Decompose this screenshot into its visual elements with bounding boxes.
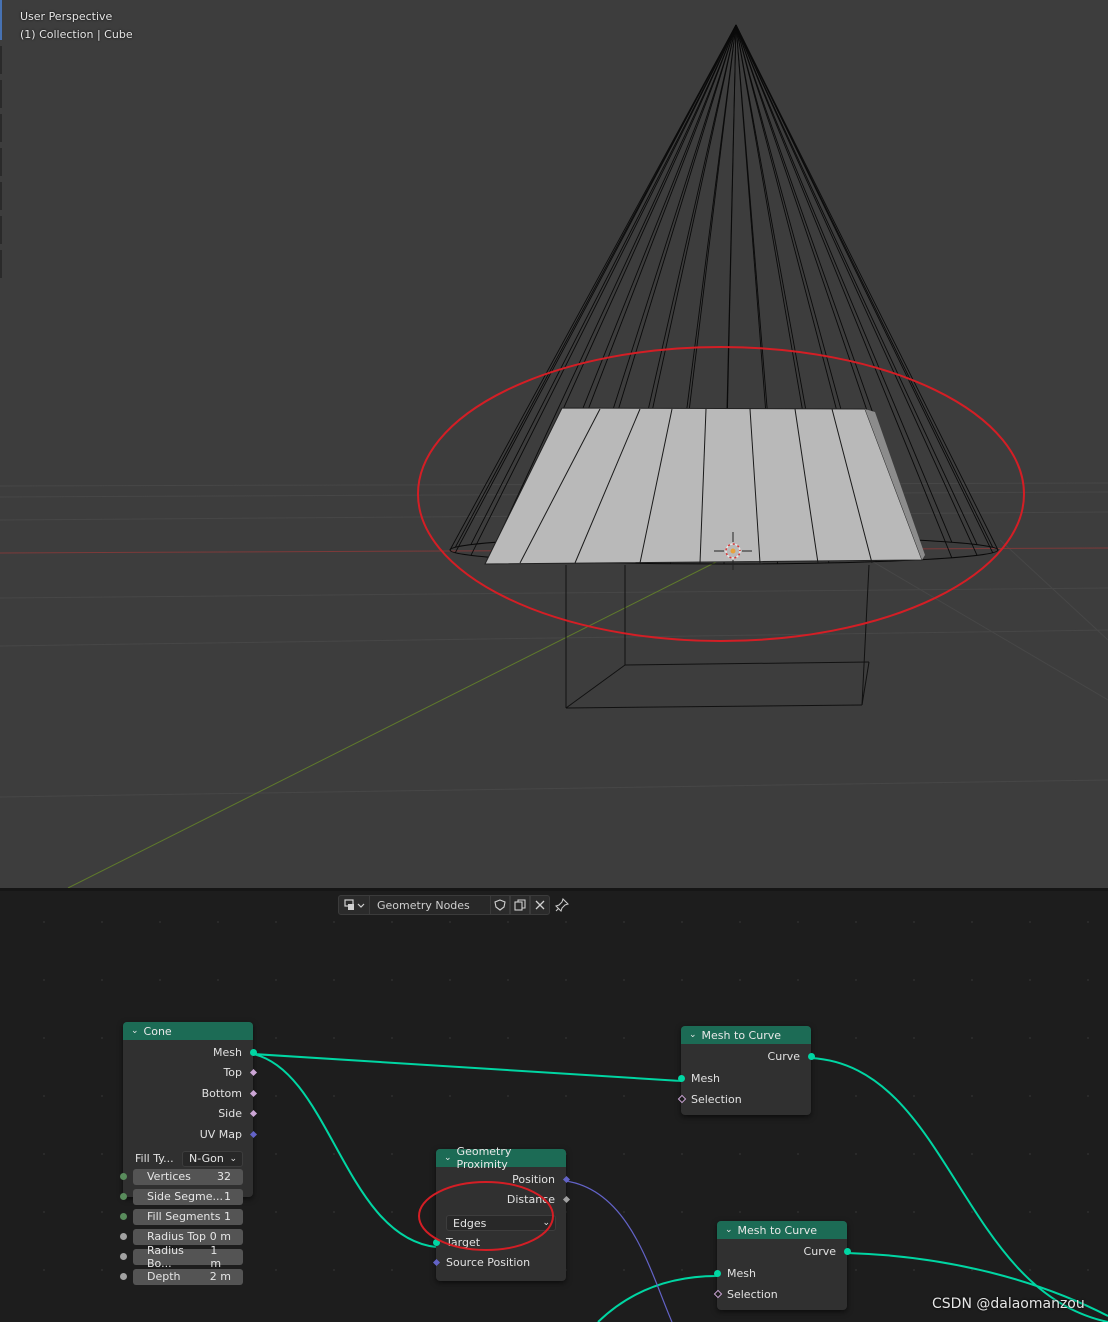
cone-output-uvmap: UV Map xyxy=(123,1124,257,1145)
chevron-down-icon[interactable]: ⌄ xyxy=(725,1225,733,1235)
cone-output-mesh: Mesh xyxy=(123,1042,257,1063)
integer-socket xyxy=(119,1173,127,1180)
collection-path: (1) Collection | Cube xyxy=(20,28,133,41)
node-editor-icon[interactable] xyxy=(338,895,370,915)
chevron-down-icon: ⌄ xyxy=(542,1218,550,1228)
mesh-to-curve-node-1[interactable]: ⌄ Mesh to Curve Curve Mesh Selection xyxy=(677,1026,815,1115)
geometry-socket[interactable] xyxy=(432,1239,440,1246)
mesh-to-curve-2-title: Mesh to Curve xyxy=(737,1223,817,1237)
cube-wireframe xyxy=(565,564,870,709)
geometry-socket[interactable] xyxy=(249,1048,257,1056)
link-mesh-to-target xyxy=(252,1053,437,1248)
field-depth[interactable]: Depth 2 m xyxy=(119,1268,243,1285)
field-radius-bottom[interactable]: Radius Bo... 1 m xyxy=(119,1244,243,1270)
geometry-proximity-node[interactable]: ⌄ Geometry Proximity Position Distance Ed… xyxy=(432,1145,570,1281)
link-position-out xyxy=(565,1180,673,1322)
node-editor-header: Geometry Nodes xyxy=(338,895,574,915)
proximity-output-position: Position xyxy=(436,1169,570,1190)
mesh-to-curve-2-header[interactable]: ⌄ Mesh to Curve xyxy=(717,1221,847,1239)
geometry-proximity-header[interactable]: ⌄ Geometry Proximity xyxy=(436,1145,566,1171)
float-socket xyxy=(119,1253,127,1260)
integer-socket xyxy=(119,1213,127,1220)
mesh-to-curve-1-input-selection: Selection xyxy=(677,1089,811,1110)
chevron-down-icon[interactable]: ⌄ xyxy=(444,1153,452,1163)
mesh-to-curve-2-input-mesh: Mesh xyxy=(713,1264,847,1285)
viewport-scene[interactable] xyxy=(0,0,1108,888)
cone-node[interactable]: ⌄ Cone Mesh Top Bottom Side UV Map Fill T… xyxy=(119,1022,257,1285)
proximity-output-distance: Distance xyxy=(436,1190,570,1211)
close-icon[interactable] xyxy=(530,895,550,915)
mesh-to-curve-1-header[interactable]: ⌄ Mesh to Curve xyxy=(681,1026,811,1044)
cone-output-top: Top xyxy=(123,1063,257,1084)
link-curve-out-1 xyxy=(810,1057,1108,1322)
node-editor[interactable]: Geometry Nodes ⌄ Cone Mesh Top Bottom Sid… xyxy=(0,891,1108,1322)
geometry-socket[interactable] xyxy=(807,1052,815,1060)
cone-output-side: Side xyxy=(123,1104,257,1125)
link-into-mesh-2 xyxy=(597,1275,718,1322)
field-side-segments[interactable]: Side Segme... 1 xyxy=(119,1188,243,1205)
chevron-down-icon: ⌄ xyxy=(229,1153,237,1164)
geometry-socket[interactable] xyxy=(677,1075,685,1083)
duplicate-icon[interactable] xyxy=(510,895,530,915)
field-fill-segments[interactable]: Fill Segments 1 xyxy=(119,1208,243,1225)
mesh-to-curve-1-output-curve: Curve xyxy=(681,1046,815,1067)
mesh-to-curve-node-2[interactable]: ⌄ Mesh to Curve Curve Mesh Selection xyxy=(713,1221,851,1310)
pin-icon[interactable] xyxy=(550,895,574,915)
cone-node-title: Cone xyxy=(143,1024,172,1038)
float-socket xyxy=(119,1273,127,1280)
fill-type-label: Fill Ty... xyxy=(135,1152,174,1165)
proximity-input-target: Target xyxy=(432,1233,566,1252)
y-axis-line xyxy=(67,552,735,888)
mesh-to-curve-2-input-selection: Selection xyxy=(713,1284,847,1305)
cone-output-bottom: Bottom xyxy=(123,1083,257,1104)
fill-type-row: Fill Ty... N-Gon ⌄ xyxy=(135,1150,243,1167)
mesh-to-curve-1-input-mesh: Mesh xyxy=(677,1069,811,1090)
link-mesh-to-curve xyxy=(252,1053,682,1082)
shield-icon[interactable] xyxy=(490,895,510,915)
watermark: CSDN @dalaomanzou xyxy=(932,1296,1085,1312)
proximity-mode-dropdown[interactable]: Edges ⌄ xyxy=(446,1215,556,1231)
mesh-to-curve-1-title: Mesh to Curve xyxy=(701,1028,781,1042)
proximity-input-source-position: Source Position xyxy=(432,1252,566,1273)
geometry-socket[interactable] xyxy=(843,1247,851,1255)
float-socket xyxy=(119,1233,127,1240)
toolbar-edge xyxy=(0,0,3,340)
cone-node-header[interactable]: ⌄ Cone xyxy=(123,1022,253,1040)
3d-viewport[interactable]: User Perspective (1) Collection | Cube xyxy=(0,0,1108,888)
geometry-socket[interactable] xyxy=(713,1270,721,1278)
field-vertices[interactable]: Vertices 32 xyxy=(119,1168,243,1185)
chevron-down-icon[interactable]: ⌄ xyxy=(689,1030,697,1040)
fill-type-dropdown[interactable]: N-Gon ⌄ xyxy=(182,1150,243,1167)
geometry-proximity-title: Geometry Proximity xyxy=(456,1145,512,1171)
node-tree-name[interactable]: Geometry Nodes xyxy=(370,895,490,915)
mesh-to-curve-2-output-curve: Curve xyxy=(717,1241,851,1262)
field-radius-top[interactable]: Radius Top 0 m xyxy=(119,1228,243,1245)
view-name: User Perspective xyxy=(20,10,113,23)
chevron-down-icon[interactable]: ⌄ xyxy=(131,1026,139,1036)
integer-socket xyxy=(119,1193,127,1200)
